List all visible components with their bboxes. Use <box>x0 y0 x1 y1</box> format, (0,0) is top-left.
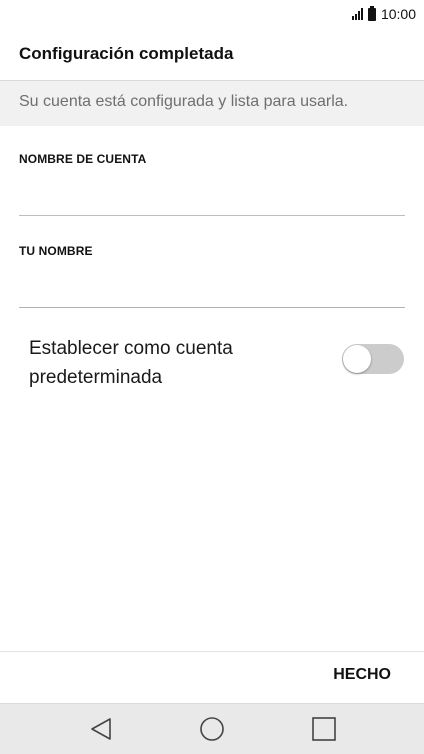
status-time: 10:00 <box>380 6 416 22</box>
back-icon[interactable] <box>88 716 114 742</box>
account-name-label: NOMBRE DE CUENTA <box>19 152 147 166</box>
your-name-underline <box>19 307 405 308</box>
account-name-input[interactable] <box>19 178 405 212</box>
header: Configuración completada <box>0 30 424 81</box>
battery-icon <box>367 5 376 21</box>
your-name-label: TU NOMBRE <box>19 244 93 258</box>
recents-icon[interactable] <box>311 716 337 742</box>
navigation-bar <box>0 703 424 754</box>
default-account-row[interactable]: Establecer como cuenta predeterminada <box>0 330 424 394</box>
status-bar: 10:00 <box>0 0 424 30</box>
status-icons: 10:00 <box>351 5 416 22</box>
signal-icon <box>351 8 363 20</box>
default-account-label: Establecer como cuenta predeterminada <box>29 338 233 388</box>
home-icon[interactable] <box>199 716 225 742</box>
subtitle-text: Su cuenta está configurada y lista para … <box>19 93 349 110</box>
toggle-knob <box>343 345 371 373</box>
subtitle-bar: Su cuenta está configurada y lista para … <box>0 81 424 126</box>
page-title: Configuración completada <box>19 44 234 63</box>
footer-divider <box>0 651 424 652</box>
your-name-input[interactable] <box>19 270 405 304</box>
default-account-toggle[interactable] <box>342 344 404 374</box>
account-name-underline <box>19 215 405 216</box>
done-button[interactable]: HECHO <box>333 666 391 684</box>
